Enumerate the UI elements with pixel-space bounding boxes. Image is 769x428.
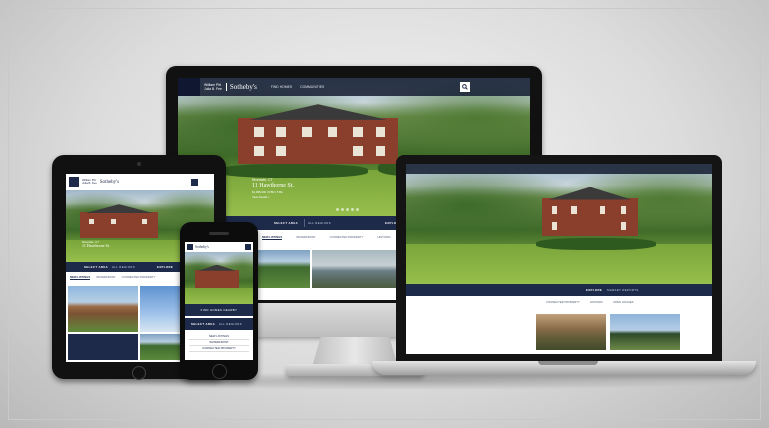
tablet-thumb-1[interactable]: [68, 286, 138, 332]
search-icon: [462, 84, 468, 90]
house-illustration: [238, 118, 398, 164]
laptop-tab-historic[interactable]: HISTORIC: [590, 300, 603, 304]
laptop-header: [406, 164, 712, 174]
tab-waterfront[interactable]: WATERFRONT: [296, 235, 315, 239]
laptop-search-bar: EXPLORE Market Reports: [406, 284, 712, 296]
tablet-select-area-dropdown[interactable]: All Regions: [112, 265, 135, 269]
tablet-home-button[interactable]: [132, 366, 146, 380]
phone-hero-image: [185, 252, 253, 304]
nav-communities[interactable]: COMMUNITIES: [300, 85, 324, 89]
laptop-thumb-1[interactable]: [536, 314, 606, 350]
tablet-select-area-label: SELECT AREA: [84, 265, 109, 269]
laptop-thumb-2[interactable]: [610, 314, 680, 350]
tab-historic[interactable]: HISTORIC: [377, 235, 390, 239]
tablet-explore-label: EXPLORE: [156, 265, 174, 269]
tablet-thumb-3[interactable]: [68, 334, 138, 360]
tablet-logo-box: [69, 177, 79, 187]
hero-view-details[interactable]: View Details >: [252, 195, 294, 200]
tablet-tab-connected[interactable]: CONNECTED PROPERTY: [122, 275, 156, 279]
laptop-tab-open-houses[interactable]: OPEN HOUSES: [613, 300, 634, 304]
phone-select-area-dropdown[interactable]: All Regions: [219, 322, 242, 326]
phone-brand-name[interactable]: Sotheby's: [195, 245, 209, 249]
tablet-camera: [137, 162, 141, 166]
hero-subheading: 11 Hawthorne St.: [252, 183, 294, 189]
tablet-brand-line-2: Julia B. Fee: [82, 181, 97, 185]
phone-header: Sotheby's: [185, 242, 253, 257]
laptop-screen: EXPLORE Market Reports CONNECTED PROPERT…: [406, 164, 712, 354]
brand-line-2: Julia B. Fee: [204, 87, 222, 91]
brand-logo-box: [178, 78, 200, 96]
listing-thumb-1[interactable]: [258, 250, 310, 288]
tablet-brand-name[interactable]: Sotheby's: [100, 180, 119, 185]
brand-name[interactable]: Sotheby's: [225, 83, 257, 91]
carousel-dots[interactable]: [336, 208, 359, 211]
select-area-dropdown[interactable]: All Regions: [304, 219, 349, 227]
phone-links: NEW LISTINGS WATERFRONT CONNECTED PROPER…: [189, 334, 249, 352]
tablet-hero-caption: Riverside, CT 11 Hawthorne St.: [82, 240, 110, 248]
laptop-notch: [538, 361, 598, 365]
laptop-hero-image: [406, 164, 712, 284]
phone-find-homes-nearby[interactable]: FIND HOMES NEARBY: [201, 308, 238, 312]
search-button[interactable]: [460, 82, 470, 92]
laptop-explore-label: EXPLORE: [586, 288, 603, 292]
phone-home-button[interactable]: [212, 364, 227, 379]
tab-new-listings[interactable]: NEW LISTINGS: [262, 235, 283, 240]
laptop-tab-connected[interactable]: CONNECTED PROPERTY: [546, 300, 580, 304]
listing-thumb-2[interactable]: [312, 250, 398, 288]
laptop-listing-tabs: CONNECTED PROPERTY HISTORIC OPEN HOUSES: [406, 296, 712, 308]
tablet-brand-lines: William Pitt Julia B. Fee: [82, 179, 97, 185]
phone-link-connected[interactable]: CONNECTED PROPERTY: [189, 346, 249, 352]
phone-find-homes-bar[interactable]: FIND HOMES NEARBY: [185, 304, 253, 316]
tablet-hero-subheading: 11 Hawthorne St.: [82, 243, 110, 248]
nav-find-homes[interactable]: FIND HOMES: [271, 85, 292, 89]
phone-select-area-label: SELECT AREA: [191, 322, 216, 326]
phone-search-bar: SELECT AREA All Regions: [185, 318, 253, 330]
tablet-header: William Pitt Julia B. Fee Sotheby's: [66, 174, 214, 191]
tablet-tab-waterfront[interactable]: WATERFRONT: [96, 275, 115, 279]
phone-speaker: [209, 232, 229, 235]
site-header: William Pitt Julia B. Fee Sotheby's FIND…: [178, 78, 530, 96]
tablet-tab-new-listings[interactable]: NEW LISTINGS: [70, 275, 91, 280]
laptop-house-illustration: [542, 198, 638, 236]
laptop-explore-dropdown[interactable]: Market Reports: [607, 288, 638, 292]
brand-lines: William Pitt Julia B. Fee: [204, 83, 222, 91]
select-area-label: SELECT AREA: [274, 221, 299, 225]
tablet-search-button[interactable]: [191, 178, 198, 191]
hero-caption: Riverside, CT 11 Hawthorne St. $1,995,00…: [252, 178, 294, 200]
phone-search-button[interactable]: [245, 244, 251, 257]
tab-connected-property[interactable]: CONNECTED PROPERTY: [330, 235, 364, 239]
phone-house-illustration: [195, 270, 239, 288]
phone-screen: Sotheby's FIND HOMES NEARBY SELECT AREA …: [185, 242, 253, 360]
phone-logo-box: [187, 244, 193, 250]
tablet-house-illustration: [80, 212, 158, 238]
